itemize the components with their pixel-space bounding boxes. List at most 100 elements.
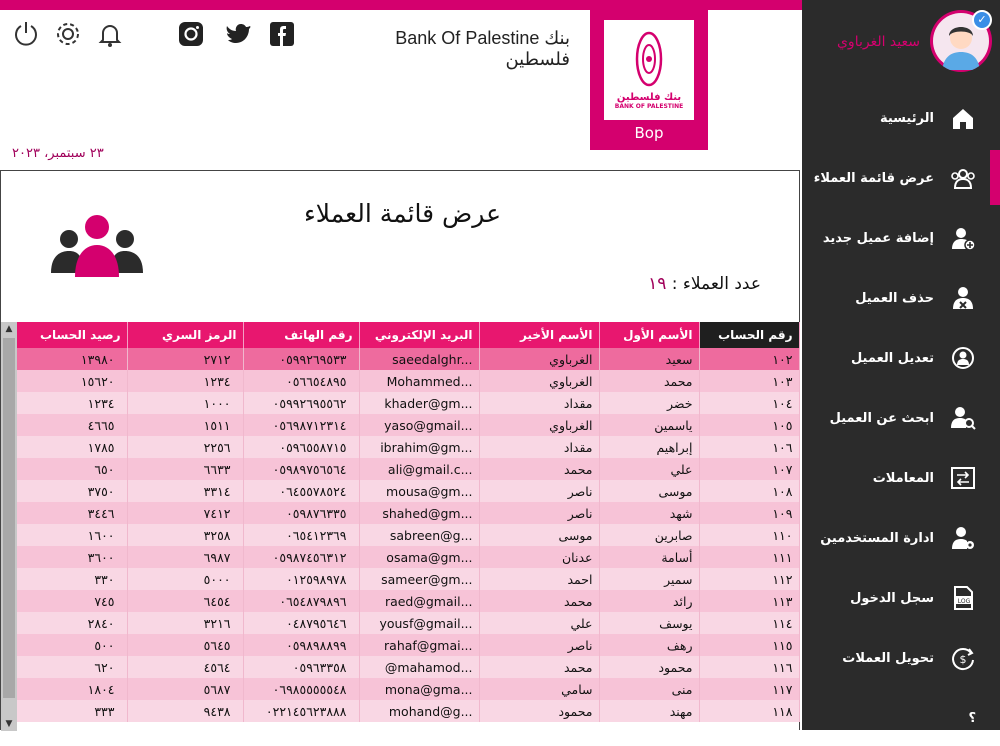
table-cell: رائد (599, 590, 700, 612)
customers-table-wrap: ▲ ▼ رصيد الحساب الرمز السري رقم الهاتف البر… (1, 322, 801, 731)
sidebar-item-3[interactable]: إضافة عميل جديد (802, 210, 990, 266)
table-cell: ١١٢ (699, 568, 800, 590)
table-cell: raed@gmail... (359, 590, 480, 612)
table-cell: ٠٦٩٨٥٥٥٥٥٤٨ (243, 678, 360, 700)
table-row[interactable]: ٤٦٦٥ ١٥١١ ٠٥٦٩٨٧١٢٣١٤ yaso@gmail... الغرباوي… (17, 414, 800, 436)
table-cell: ٤٦٦٥ (17, 414, 128, 436)
svg-text:$: $ (960, 653, 967, 666)
table-row[interactable]: ١٣٩٨٠ ٢٧١٢ ٠٥٩٩٢٦٩٥٣٣ saeedalghr... الغرباوي… (17, 348, 800, 370)
sidebar-item-label: سجل الدخول (850, 590, 934, 606)
table-cell: مقداد (479, 436, 600, 458)
table-row[interactable]: ١٦٠٠ ٣٢٥٨ ٠٦٥٤١٢٣٦٩ sabreen@g... موسى صابرين ١… (17, 524, 800, 546)
table-row[interactable]: ٣٣٠ ٥٠٠٠ ٠١٢٥٩٨٩٧٨ sameer@gm... احمد سمير ١١٢ (17, 568, 800, 590)
scroll-up-arrow-icon[interactable]: ▲ (1, 322, 17, 336)
table-row[interactable]: ١٢٣٤ ١٠٠٠ ٠٥٩٩٢٦٩٥٥٦٢ khader@gm... مقداد خضر ١… (17, 392, 800, 414)
table-cell: ٠٥٩٩٢٦٩٥٣٣ (243, 348, 360, 370)
sidebar-item-5[interactable]: تعديل العميل (802, 330, 990, 386)
table-row[interactable]: ٢٨٤٠ ٣٢١٦ ٠٤٨٧٩٥٦٤٦ yousf@gmail... علي يوسف ١١… (17, 612, 800, 634)
scroll-thumb[interactable] (3, 338, 15, 698)
column-header[interactable]: الأسم الأول (599, 322, 700, 348)
column-header[interactable]: الرمز السري (127, 322, 244, 348)
column-header[interactable]: البريد الإلكتروني (359, 322, 480, 348)
table-cell: ٣٦٠٠ (17, 546, 128, 568)
table-cell: ١٦٠٠ (17, 524, 128, 546)
bell-icon[interactable] (94, 18, 126, 50)
table-cell: ١٧٨٥ (17, 436, 128, 458)
customers-group-icon (51, 215, 143, 277)
sidebar-item-2[interactable]: عرض قائمة العملاء (802, 150, 990, 206)
column-header[interactable]: رقم الهاتف (243, 322, 360, 348)
table-cell: ١٠٧ (699, 458, 800, 480)
table-row[interactable]: ٣٦٠٠ ٦٩٨٧ ٠٥٩٨٧٤٥٦٣١٢ osama@gm... عدنان أسامة… (17, 546, 800, 568)
table-cell: موسى (479, 524, 600, 546)
table-cell: ٠٥٩٨٩٧٥٦٥٦٤ (243, 458, 360, 480)
scroll-down-arrow-icon[interactable]: ▼ (1, 717, 17, 731)
sidebar-item-6[interactable]: ابحث عن العميل (802, 390, 990, 446)
table-row[interactable]: ٣٣٣ ٩٤٣٨ ٠٢٢١٤٥٦٢٣٨٨٨ mohand@g... محمود مهند ١… (17, 700, 800, 722)
table-row[interactable]: ٥٠٠ ٥٦٤٥ ٠٥٩٨٩٨٨٩٩ rahaf@gmai... ناصر رهف ١١٥ (17, 634, 800, 656)
table-cell: ٢٨٤٠ (17, 612, 128, 634)
table-cell: sabreen@g... (359, 524, 480, 546)
power-icon[interactable] (10, 18, 42, 50)
table-cell: ibrahim@gm... (359, 436, 480, 458)
table-cell: ١١٧ (699, 678, 800, 700)
table-cell: ٣٣٠ (17, 568, 128, 590)
sidebar-item-8[interactable]: ادارة المستخدمين (802, 510, 990, 566)
table-cell: ١١٤ (699, 612, 800, 634)
instagram-icon[interactable] (175, 18, 207, 50)
emblem-icon (635, 31, 663, 87)
table-cell: ٥٦٨٧ (127, 678, 244, 700)
sidebar-item-label: حذف العميل (855, 290, 934, 306)
table-cell: ١٠٩ (699, 502, 800, 524)
table-cell: ١٠٦ (699, 436, 800, 458)
vertical-scrollbar[interactable]: ▲ ▼ (1, 322, 17, 731)
sidebar-item-label: تعديل العميل (850, 350, 934, 366)
table-cell: ٦٢٠ (17, 656, 128, 678)
table-cell: موسى (599, 480, 700, 502)
table-cell: ١٠٢ (699, 348, 800, 370)
sidebar-item-label: إضافة عميل جديد (822, 230, 934, 246)
table-cell: ١٢٣٤ (127, 370, 244, 392)
table-cell: سعيد (599, 348, 700, 370)
sidebar-item-11[interactable]: ؟ (802, 690, 990, 746)
count-label: عدد العملاء : (671, 274, 761, 294)
page-title: عرض قائمة العملاء (304, 199, 501, 228)
table-row[interactable]: ٧٤٥ ٦٤٥٤ ٠٦٥٤٨٧٩٨٩٦ raed@gmail... محمد رائد ١١… (17, 590, 800, 612)
sidebar-item-label: عرض قائمة العملاء (813, 170, 934, 186)
sidebar-item-label: ادارة المستخدمين (820, 530, 934, 546)
table-cell: ٠٥٩٦٣٣٥٨ (243, 656, 360, 678)
table-row[interactable]: ٦٢٠ ٤٥٦٤ ٠٥٩٦٣٣٥٨ @mahamod... محمد محمود ١١٦ (17, 656, 800, 678)
home-icon (948, 103, 978, 133)
twitter-icon[interactable] (222, 18, 254, 50)
user-name: سعيد الغرباوي (836, 34, 920, 50)
table-cell: ٣٢٥٨ (127, 524, 244, 546)
table-row[interactable]: ٦٥٠ ٦٦٣٣ ٠٥٩٨٩٧٥٦٥٦٤ ali@gmail.c... محمد علي ١… (17, 458, 800, 480)
table-cell: @mahamod... (359, 656, 480, 678)
table-cell: ١٠٠٠ (127, 392, 244, 414)
sidebar-item-1[interactable]: الرئيسية (802, 90, 990, 146)
bank-logo: بنك فلسطين BANK OF PALESTINE Bop (590, 10, 708, 150)
table-cell: shahed@gm... (359, 502, 480, 524)
gear-icon[interactable] (52, 18, 84, 50)
table-cell: احمد (479, 568, 600, 590)
table-cell: ٠٥٩٩٢٦٩٥٥٦٢ (243, 392, 360, 414)
table-row[interactable]: ١٧٨٥ ٢٢٥٦ ٠٥٩٦٥٥٨٧١٥ ibrahim@gm... مقداد إبرا… (17, 436, 800, 458)
sidebar-item-label: المعاملات (872, 470, 934, 486)
table-row[interactable]: ٣٧٥٠ ٣٣١٤ ٠٦٤٥٥٧٨٥٢٤ mousa@gm... ناصر موسى ١٠٨ (17, 480, 800, 502)
column-header[interactable]: الأسم الأخير (479, 322, 600, 348)
sidebar-item-10[interactable]: تحويل العملات $ (802, 630, 990, 686)
table-cell: saeedalghr... (359, 348, 480, 370)
column-header[interactable]: رصيد الحساب (17, 322, 128, 348)
table-row[interactable]: ١٥٦٢٠ ١٢٣٤ ٠٥٦٦٥٤٨٩٥ Mohammed... الغرباوي محم… (17, 370, 800, 392)
facebook-icon[interactable] (266, 18, 298, 50)
table-cell: ٠٤٨٧٩٥٦٤٦ (243, 612, 360, 634)
sidebar-item-9[interactable]: سجل الدخول LOG (802, 570, 990, 626)
table-row[interactable]: ٣٤٤٦ ٧٤١٢ ٠٥٩٨٧٦٣٣٥ shahed@gm... ناصر شهد ١٠٩ (17, 502, 800, 524)
table-row[interactable]: ١٨٠٤ ٥٦٨٧ ٠٦٩٨٥٥٥٥٥٤٨ mona@gma... سامي منى ١١٧ (17, 678, 800, 700)
sidebar-item-4[interactable]: حذف العميل (802, 270, 990, 326)
logo-emblem: بنك فلسطين BANK OF PALESTINE (604, 20, 694, 120)
sidebar-item-7[interactable]: المعاملات (802, 450, 990, 506)
column-header[interactable]: رقم الحساب (699, 322, 800, 348)
table-cell: ١١٣ (699, 590, 800, 612)
table-cell: إبراهيم (599, 436, 700, 458)
